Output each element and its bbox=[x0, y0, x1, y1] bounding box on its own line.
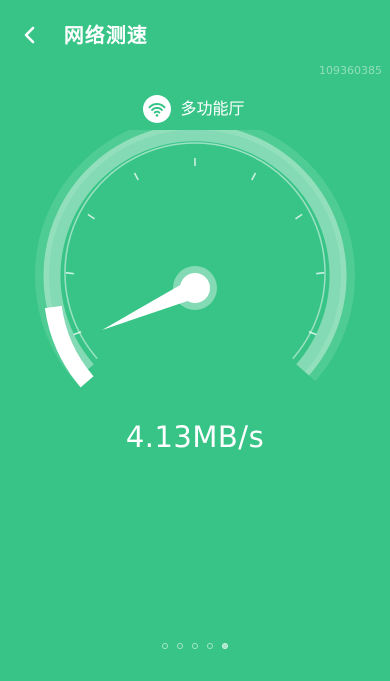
speed-gauge bbox=[35, 130, 355, 388]
page-dot[interactable] bbox=[207, 643, 213, 649]
page-dot[interactable] bbox=[192, 643, 198, 649]
gauge-tick bbox=[87, 213, 95, 220]
gauge-tick bbox=[295, 213, 303, 220]
page-dot[interactable] bbox=[162, 643, 168, 649]
network-info: 多功能厅 bbox=[0, 95, 390, 123]
page-dot[interactable] bbox=[222, 643, 228, 649]
gauge-outer-ring bbox=[35, 130, 355, 382]
page-dot[interactable] bbox=[177, 643, 183, 649]
speed-test-screen: 网络测速 109360385 多功能厅 4.13MB/s bbox=[0, 0, 390, 681]
chevron-left-icon bbox=[24, 26, 35, 44]
network-name: 多功能厅 bbox=[180, 99, 245, 118]
page-title: 网络测速 bbox=[64, 23, 148, 47]
gauge-tick bbox=[316, 271, 325, 275]
gauge-tick bbox=[65, 271, 74, 275]
gauge-track bbox=[43, 130, 347, 376]
gauge-tick bbox=[133, 172, 139, 181]
header: 网络测速 bbox=[0, 0, 390, 70]
device-id-label: 109360385 bbox=[319, 64, 382, 77]
speed-value: 4.13MB/s bbox=[125, 420, 265, 454]
wifi-badge bbox=[143, 95, 172, 123]
gauge-progress-arc bbox=[44, 305, 94, 388]
gauge-tick bbox=[251, 172, 257, 181]
back-button[interactable] bbox=[14, 19, 46, 51]
page-indicator bbox=[0, 643, 390, 649]
gauge-hub bbox=[180, 273, 210, 303]
wifi-icon bbox=[148, 103, 166, 117]
